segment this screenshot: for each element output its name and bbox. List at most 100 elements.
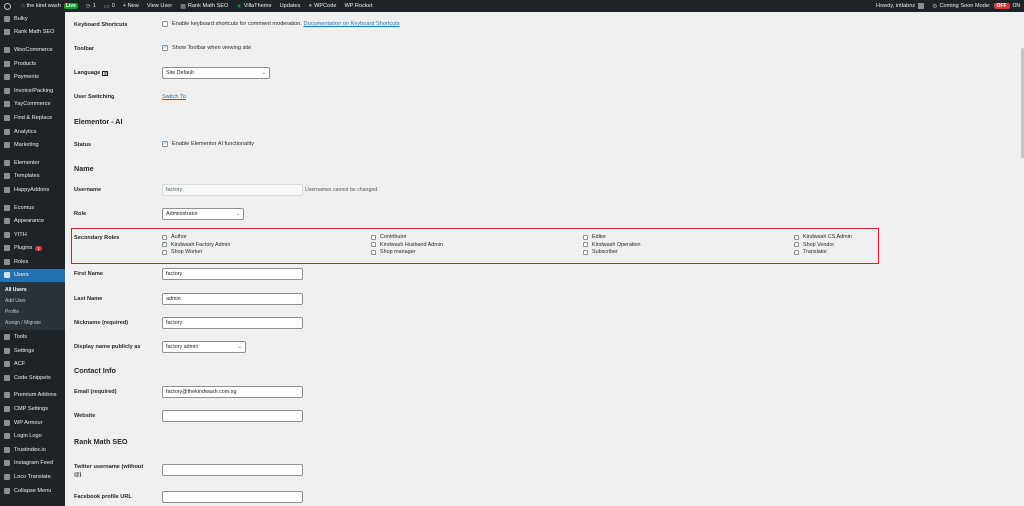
submenu-all-users[interactable]: All Users (0, 284, 65, 295)
sidebar-item-trustindex-io[interactable]: Trustindex.io (0, 443, 65, 457)
scrollbar-thumb[interactable] (1020, 48, 1024, 158)
role-option-editor: Editor (583, 234, 606, 240)
elementor-ai-checkbox[interactable]: ✓ (162, 141, 168, 147)
user-switching-label: User Switching (74, 94, 115, 100)
language-label-wrap: Language 文 (74, 70, 109, 76)
sidebar-item-products[interactable]: Products (0, 57, 65, 71)
sidebar-item-happyaddons[interactable]: HappyAddons (0, 183, 65, 197)
sidebar-item-rank-math-seo[interactable]: Rank Math SEO (0, 26, 65, 40)
role-checkbox[interactable] (371, 249, 376, 255)
role-checkbox[interactable] (371, 242, 376, 247)
last-name-input[interactable]: admin (162, 293, 303, 305)
wordpress-logo-menu[interactable] (0, 0, 17, 12)
wp-rocket-menu[interactable]: WP Rocket (340, 0, 376, 12)
sidebar-item-label: Settings (14, 347, 35, 354)
website-input[interactable] (162, 410, 303, 422)
role-checkbox[interactable] (162, 249, 167, 255)
sidebar-item-yith[interactable]: YITH (0, 228, 65, 242)
role-checkbox[interactable] (794, 242, 799, 247)
sidebar-item-settings[interactable]: Settings (0, 344, 65, 358)
submenu-add-user[interactable]: Add User (0, 295, 65, 306)
sidebar-item-woocommerce[interactable]: WooCommerce (0, 43, 65, 57)
sidebar-item-elementor[interactable]: Elementor (0, 156, 65, 170)
sidebar-item-yaycommerce[interactable]: YayCommerce (0, 98, 65, 112)
sidebar-item-loco-translate[interactable]: Loco Translate (0, 470, 65, 484)
role-checkbox[interactable] (583, 234, 588, 240)
sidebar-item-login-logo[interactable]: Login Logo (0, 429, 65, 443)
sidebar-item-payments[interactable]: Payments (0, 70, 65, 84)
toolbar-label: Toolbar (74, 46, 95, 52)
yaycommerce-icon (4, 101, 10, 108)
adminbar-item-label: Updates (279, 3, 301, 9)
sidebar-item-label: CMP Settings (14, 406, 49, 413)
sidebar-item-label: Payments (14, 74, 39, 81)
sidebar-item-label: WP Armour (14, 419, 43, 426)
role-label: Editor (592, 234, 607, 240)
sidebar-item-invoice-packing[interactable]: Invoice/Packing (0, 84, 65, 98)
role-select[interactable]: Administrator ⌄ (162, 208, 244, 220)
sidebar-item-label: Collapse Menu (14, 487, 52, 494)
role-label: Subscriber (592, 249, 618, 255)
role-checkbox[interactable] (583, 242, 588, 247)
language-control: Site Default ⌄ (162, 67, 270, 79)
updates-link[interactable]: ⟳ 1 (82, 0, 100, 12)
display-name-select-value: factory admin (166, 344, 199, 350)
sidebar-item-find-replace[interactable]: Find & Replace (0, 111, 65, 125)
first-name-input[interactable]: factory (162, 268, 303, 280)
ecomus-icon (4, 204, 10, 211)
new-content-menu[interactable]: + New (119, 0, 143, 12)
my-account-menu[interactable]: Howdy, intlabnz (872, 0, 928, 12)
keyboard-shortcuts-doc-link[interactable]: Documentation on Keyboard Shortcuts (304, 21, 400, 27)
sidebar-item-templates[interactable]: Templates (0, 170, 65, 184)
role-checkbox[interactable] (794, 249, 799, 255)
sidebar-item-cmp-settings[interactable]: CMP Settings (0, 402, 65, 416)
sidebar-item-bulky[interactable]: Bulky (0, 12, 65, 26)
on-label: ON (1012, 3, 1021, 9)
sidebar-item-acf[interactable]: ACF (0, 357, 65, 371)
twitter-input[interactable] (162, 464, 303, 476)
site-name-menu[interactable]: ⌂ the kind wash Live (17, 0, 82, 12)
sidebar-item-analytics[interactable]: Analytics (0, 125, 65, 139)
submenu-profile[interactable]: Profile (0, 306, 65, 317)
role-checkbox[interactable] (794, 234, 799, 240)
wp-armour-icon (4, 419, 10, 426)
comments-link[interactable]: ▭ 0 (100, 0, 119, 12)
submenu-assign-migrate[interactable]: Assign / Migrate (0, 317, 65, 328)
display-name-select[interactable]: factory admin ⌄ (162, 341, 246, 353)
sidebar-item-wp-armour[interactable]: WP Armour (0, 416, 65, 430)
adminbar-item-label: Rank Math SEO (187, 3, 229, 9)
coming-soon-toggle[interactable]: ⚙ Coming Soon Mode: OFF ON (928, 0, 1024, 12)
email-input[interactable]: factory@thekindwash.com.sg (162, 386, 303, 398)
toolbar-checkbox[interactable]: ✓ (162, 45, 168, 51)
keyboard-shortcuts-checkbox[interactable] (162, 21, 168, 27)
find-replace-icon (4, 114, 10, 121)
sidebar-item-tools[interactable]: Tools (0, 330, 65, 344)
villatheme-menu[interactable]: ★ VillaTheme (232, 0, 275, 12)
switch-to-link[interactable]: Switch To (162, 94, 186, 100)
view-user-link[interactable]: View User (143, 0, 176, 12)
sidebar-item-ecomus[interactable]: Ecomus (0, 201, 65, 215)
role-checkbox[interactable]: ✓ (162, 242, 167, 247)
adminbar-item-label: WP Rocket (344, 3, 373, 9)
facebook-input[interactable] (162, 491, 303, 503)
nickname-input[interactable]: factory (162, 317, 303, 329)
site-name: the kind wash (26, 3, 61, 9)
role-checkbox[interactable] (583, 249, 588, 255)
language-select[interactable]: Site Default ⌄ (162, 67, 270, 79)
sidebar-item-marketing[interactable]: Marketing (0, 138, 65, 152)
sidebar-item-instagram-feed[interactable]: Instagram Feed (0, 457, 65, 471)
sidebar-item-users[interactable]: Users (0, 268, 65, 283)
sidebar-item-premium-addons[interactable]: Premium Addons (0, 389, 65, 403)
sidebar-item-code-snippets[interactable]: Code Snippets (0, 371, 65, 385)
updates-menu[interactable]: Updates (276, 0, 305, 12)
rank-math-menu[interactable]: ▦ Rank Math SEO (176, 0, 232, 12)
role-checkbox[interactable] (371, 234, 376, 240)
sidebar-item-roles[interactable]: Roles (0, 255, 65, 269)
sidebar-item-collapse-menu[interactable]: Collapse Menu (0, 484, 65, 498)
sidebar-item-appearance[interactable]: Appearance (0, 214, 65, 228)
sidebar-item-plugins[interactable]: Plugins 1 (0, 242, 65, 256)
page-scrollbar[interactable] (1020, 12, 1024, 506)
wpcode-menu[interactable]: ● WPCode (304, 0, 340, 12)
role-checkbox[interactable] (162, 234, 167, 240)
sidebar-item-label: Ecomus (14, 204, 35, 211)
